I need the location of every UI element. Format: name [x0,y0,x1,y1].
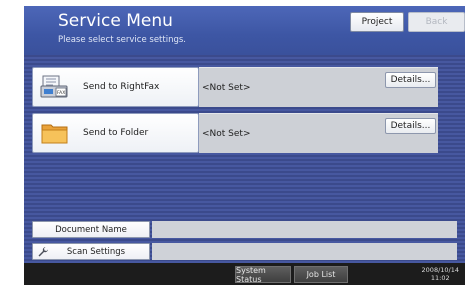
back-button[interactable]: Back [408,12,465,32]
send-to-folder-button[interactable]: Send to Folder [32,113,199,153]
folder-icon [41,124,68,144]
date-time-display: 2008/10/14 11:02 [422,266,459,282]
send-to-rightfax-button[interactable]: FAX Send to RightFax [32,67,199,107]
scan-settings-label: Scan Settings [66,246,126,257]
scan-settings-button[interactable]: Scan Settings [32,243,150,260]
scan-settings-field [152,243,457,260]
service-menu-screen: Service Menu Please select service setti… [24,6,465,285]
date-text: 2008/10/14 [421,266,459,274]
service-row-rightfax: FAX Send to RightFax <Not Set> Details..… [32,67,442,107]
status-bar: System Status Job List 2008/10/14 11:02 [24,263,465,285]
service-value-field: <Not Set> Details... [199,67,438,107]
document-name-button[interactable]: Document Name [32,221,150,238]
time-text: 11:02 [430,274,450,282]
service-value-field: <Not Set> Details... [199,113,438,153]
service-label: Send to Folder [83,128,149,138]
details-button[interactable]: Details... [385,72,436,88]
page-title: Service Menu [58,11,173,31]
setting-row-document-name: Document Name [32,221,457,238]
page-subtitle: Please select service settings. [58,35,186,45]
system-status-button[interactable]: System Status [235,266,291,284]
job-list-button[interactable]: Job List [294,266,348,283]
service-value-text: <Not Set> [202,83,251,93]
header-bar: Service Menu Please select service setti… [24,6,465,55]
service-list-area: FAX Send to RightFax <Not Set> Details..… [24,55,465,263]
service-row-folder: Send to Folder <Not Set> Details... [32,113,442,153]
svg-text:FAX: FAX [57,90,65,96]
setting-row-scan-settings: Scan Settings [32,243,457,260]
service-label: Send to RightFax [83,82,160,92]
fax-icon: FAX [40,75,68,98]
service-value-text: <Not Set> [202,129,251,139]
project-button[interactable]: Project [350,12,404,32]
details-button[interactable]: Details... [385,118,436,134]
wrench-icon [38,247,48,257]
document-name-field [152,221,457,238]
